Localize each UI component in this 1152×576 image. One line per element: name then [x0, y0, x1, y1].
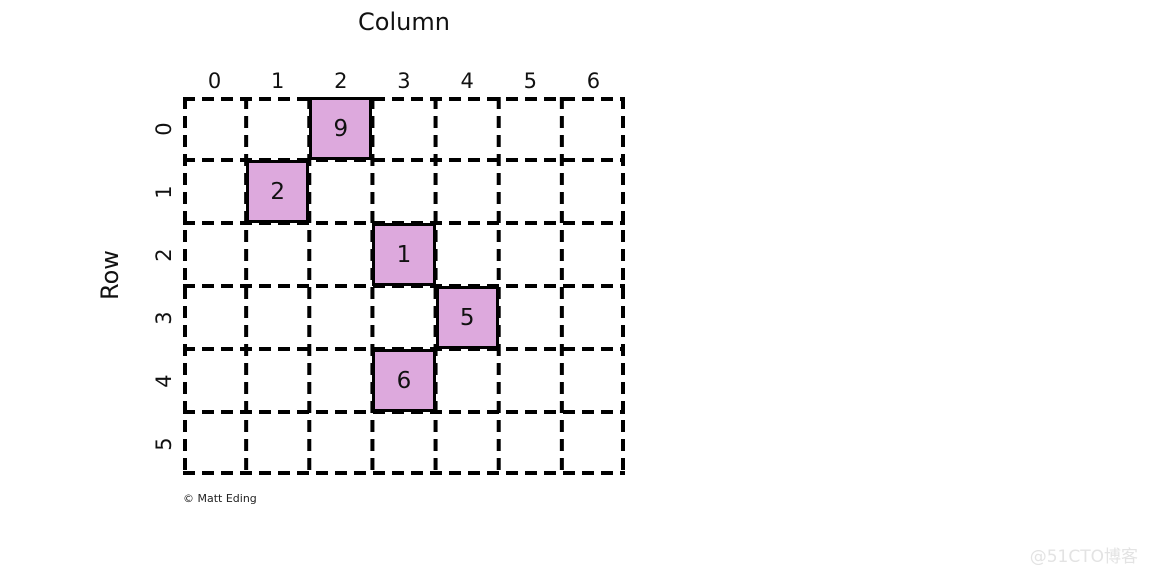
matrix-cell-value: 1 — [396, 241, 412, 268]
matrix-cell-r0-c2: 9 — [309, 97, 373, 160]
matrix-cell-r2-c3: 1 — [372, 223, 436, 286]
row-tick-0: 0 — [150, 97, 178, 160]
matrix-cell-r1-c1: 2 — [246, 160, 310, 223]
matrix-cell-r3-c4: 5 — [435, 286, 499, 349]
column-tick-6: 6 — [586, 69, 601, 93]
row-tick-label-0: 0 — [152, 121, 176, 136]
column-tick-3: 3 — [397, 69, 411, 93]
matrix-cell-value: 9 — [333, 115, 349, 142]
row-tick-4: 4 — [150, 349, 178, 412]
column-axis-title: Column — [358, 8, 450, 36]
row-tick-label-4: 4 — [152, 373, 176, 388]
row-tick-label-2: 2 — [152, 247, 176, 262]
matrix-grid: 9 2 1 5 6 — [183, 97, 625, 475]
row-tick-1: 1 — [150, 160, 178, 223]
coo-panel: COO Row 13024 Column 14233 Data 25916 — [660, 0, 1152, 576]
column-tick-4: 4 — [460, 69, 474, 93]
column-tick-2: 2 — [334, 69, 348, 93]
column-tick-1: 1 — [271, 69, 285, 93]
column-tick-0: 0 — [207, 69, 222, 93]
row-tick-label-1: 1 — [152, 184, 176, 199]
site-watermark: @51CTO博客 — [1029, 547, 1138, 567]
column-tick-5: 5 — [523, 69, 537, 93]
row-tick-labels: 0 1 2 3 4 5 — [150, 97, 178, 475]
matrix-cell-r4-c3: 6 — [372, 349, 436, 412]
column-tick-labels: 0 1 2 3 4 5 6 — [183, 68, 625, 94]
row-tick-5: 5 — [150, 412, 178, 475]
sparse-matrix-figure: Column Row 0 1 2 3 4 5 6 0 1 2 3 4 5 9 2 1 5 6 © Matt E… — [0, 0, 660, 576]
matrix-filled-cells: 9 2 1 5 6 — [183, 97, 625, 475]
row-tick-2: 2 — [150, 223, 178, 286]
row-tick-label-3: 3 — [152, 310, 176, 325]
matrix-cell-value: 6 — [396, 367, 412, 394]
row-tick-3: 3 — [150, 286, 178, 349]
row-axis-title: Row — [96, 250, 124, 300]
row-tick-label-5: 5 — [152, 436, 176, 451]
figure-credit: © Matt Eding — [183, 492, 257, 505]
matrix-cell-value: 5 — [459, 304, 475, 331]
matrix-cell-value: 2 — [270, 178, 286, 205]
